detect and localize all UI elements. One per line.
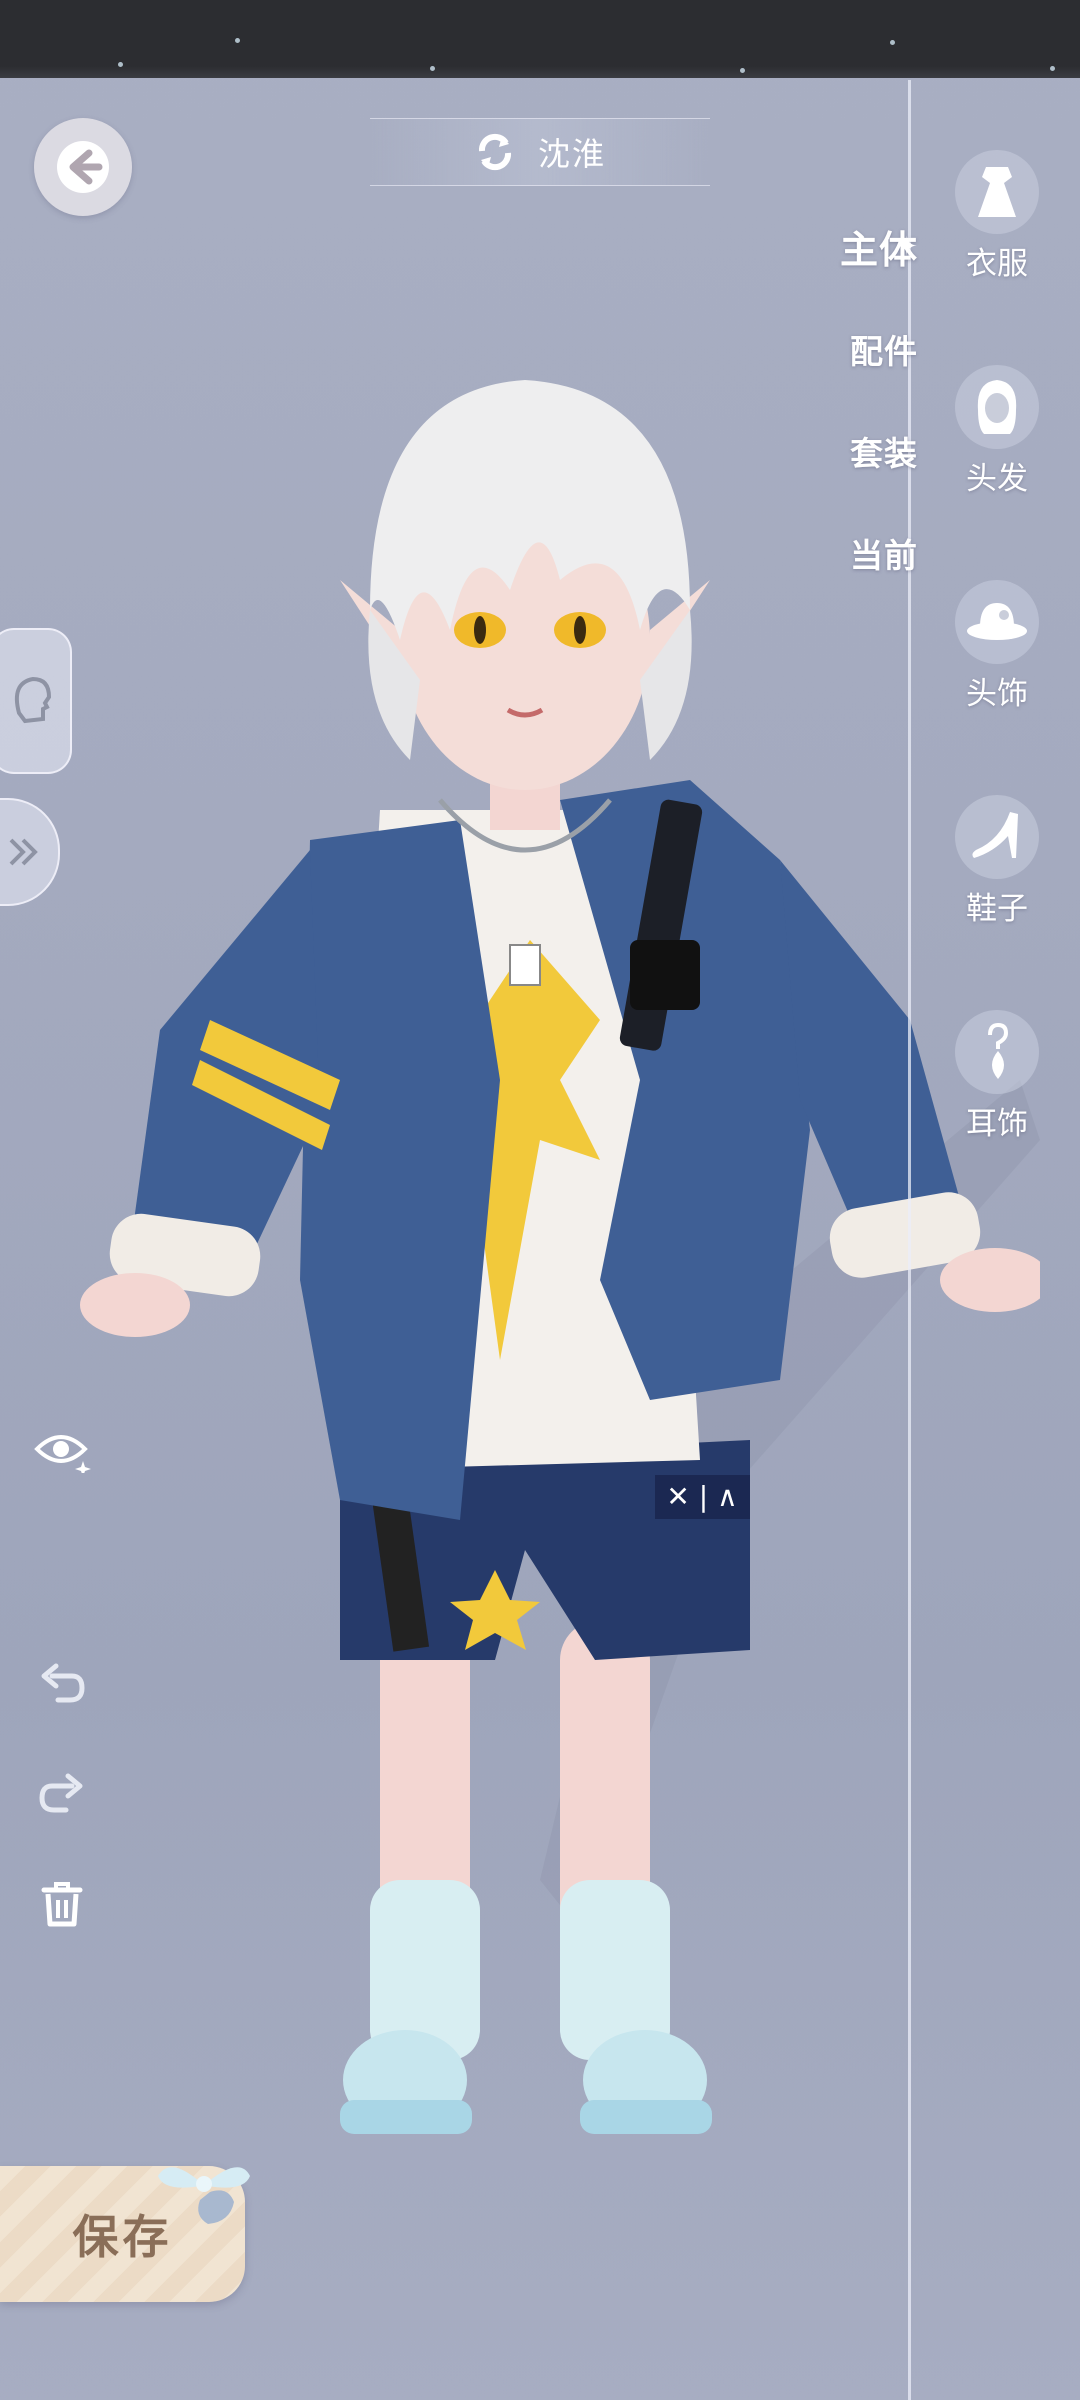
earring-icon: [955, 1010, 1039, 1094]
subnav-item-accessories[interactable]: 配件: [850, 322, 918, 424]
hat-icon: [955, 580, 1039, 664]
delete-button[interactable]: [30, 1872, 94, 1936]
status-bar: [0, 0, 1080, 78]
category-earrings[interactable]: 耳饰: [952, 1010, 1042, 1143]
category-clothes[interactable]: 衣服: [952, 150, 1042, 283]
switch-icon: [478, 133, 511, 171]
side-tab-face[interactable]: [0, 628, 72, 774]
category-label: 耳饰: [966, 1106, 1028, 1142]
category-label: 头饰: [966, 676, 1028, 712]
category-label: 鞋子: [966, 891, 1028, 927]
redo-button[interactable]: [30, 1762, 94, 1826]
arrow-left-icon: [57, 141, 109, 193]
category-label: 头发: [966, 461, 1028, 497]
undo-icon: [41, 1663, 85, 1703]
bow-decoration-icon: [158, 2167, 250, 2224]
svg-text:✕ | ∧: ✕ | ∧: [666, 1480, 737, 1513]
subcategory-nav: 主体 配件 套装 当前: [840, 220, 918, 628]
category-shoes[interactable]: 鞋子: [952, 795, 1042, 928]
trash-icon: [41, 1882, 83, 1927]
redo-icon: [39, 1773, 83, 1813]
undo-button[interactable]: [30, 1652, 94, 1716]
category-label: 衣服: [966, 246, 1028, 282]
back-button[interactable]: [34, 118, 132, 216]
category-hair[interactable]: 头发: [952, 365, 1042, 498]
shoe-icon: [955, 795, 1039, 879]
category-headwear[interactable]: 头饰: [952, 580, 1042, 713]
eye-icon: [34, 1435, 91, 1473]
character-name: 沈淮: [537, 135, 606, 173]
subnav-item-sets[interactable]: 套装: [850, 424, 918, 526]
double-chevron-icon: [9, 838, 38, 866]
character-switch-button[interactable]: 沈淮: [370, 118, 710, 186]
head-silhouette-icon: [14, 676, 52, 724]
toggle-visibility-button[interactable]: [30, 1418, 94, 1482]
subnav-item-current[interactable]: 当前: [850, 526, 918, 628]
dress-icon: [955, 150, 1039, 234]
hair-icon: [955, 365, 1039, 449]
character-model: ✕ | ∧: [80, 380, 1040, 2134]
